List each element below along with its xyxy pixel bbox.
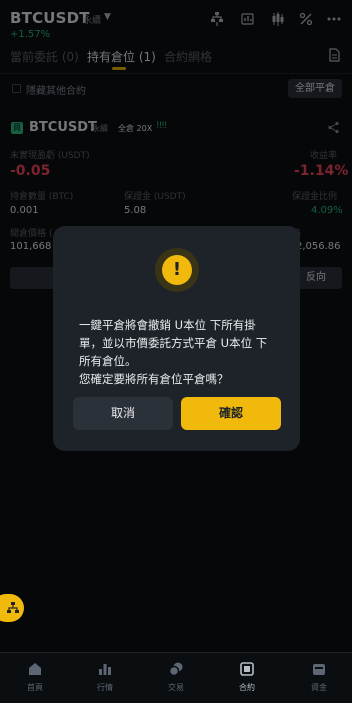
dialog-message: 一鍵平倉將會撤銷 U本位 下所有掛 單，並以市價委託方式平倉 U本位 下 所有倉… [79, 316, 279, 388]
dialog-message-line: 您確定要將所有倉位平倉嗎？ [79, 372, 229, 386]
nav-label-home: 首頁 [27, 683, 43, 692]
cancel-button[interactable]: 取消 [73, 397, 173, 430]
dialog-message-line: 單，並以市價委託方式平倉 U本位 下 [79, 336, 268, 350]
nav-label-trade: 交易 [168, 683, 184, 692]
dialog-message-line: 所有倉位。 [79, 354, 137, 368]
trade-icon [168, 662, 183, 677]
nav-item-wallet[interactable]: 資金 [294, 661, 344, 693]
nav-item-futures[interactable]: 合約 [222, 661, 272, 693]
nav-label-wallet: 資金 [311, 683, 327, 692]
wallet-icon [313, 664, 325, 675]
confirm-button[interactable]: 確認 [181, 397, 281, 430]
market-icon [99, 664, 111, 675]
nav-label-futures: 合約 [239, 683, 255, 692]
warning-icon-glyph: ! [162, 255, 192, 285]
nav-item-home[interactable]: 首頁 [10, 661, 60, 693]
grid-bot-icon [7, 602, 19, 613]
futures-icon [240, 662, 254, 676]
bottom-nav: 首頁 行情 交易 合約 資金 [0, 652, 352, 703]
nav-item-market[interactable]: 行情 [80, 661, 130, 693]
warning-icon: ! [155, 248, 199, 292]
home-icon [29, 663, 41, 675]
dialog-message-line: 一鍵平倉將會撤銷 U本位 下所有掛 [79, 318, 256, 332]
nav-label-market: 行情 [97, 683, 113, 692]
confirm-close-all-dialog: ! 一鍵平倉將會撤銷 U本位 下所有掛 單，並以市價委託方式平倉 U本位 下 所… [53, 226, 300, 451]
nav-item-trade[interactable]: 交易 [151, 661, 201, 693]
